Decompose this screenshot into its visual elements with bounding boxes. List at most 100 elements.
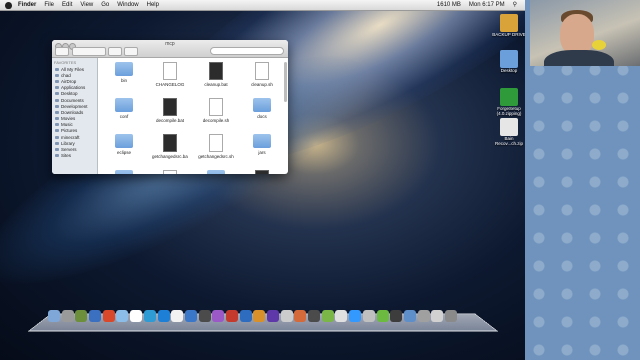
spotlight-icon[interactable]: ⚲ <box>513 0 517 10</box>
scrollbar[interactable] <box>284 62 287 102</box>
file-name: eclipse <box>116 150 131 155</box>
sidebar-heading: FAVORITES <box>54 60 77 65</box>
script-icon <box>209 62 223 80</box>
sidebar-item-icon <box>55 98 59 102</box>
dock-app-icon[interactable] <box>294 310 307 322</box>
finder-titlebar[interactable]: mcp <box>52 40 288 58</box>
sidebar-item-14[interactable]: Sites <box>52 153 97 159</box>
menu-edit[interactable]: Edit <box>62 0 72 10</box>
dock-app-icon[interactable] <box>253 310 266 322</box>
dock-app-icon[interactable] <box>431 310 444 322</box>
dock-app-icon[interactable] <box>198 310 211 322</box>
folder-icon <box>115 170 133 174</box>
dock-app-icon[interactable] <box>184 310 197 322</box>
file-item[interactable]: getchangedsrc.bat <box>152 134 188 159</box>
action-button[interactable] <box>124 47 138 56</box>
dock-app-icon[interactable] <box>61 310 74 322</box>
dock-app-icon[interactable] <box>362 310 375 322</box>
dock-app-icon[interactable] <box>130 310 143 322</box>
file-item[interactable]: eclipse <box>106 134 142 155</box>
dock-app-icon[interactable] <box>212 310 225 322</box>
desktop-icon-3[interactable]: Bain Recov...ch.zip <box>492 118 525 146</box>
sidebar-item-icon <box>55 79 59 83</box>
microphone-icon <box>592 40 606 50</box>
file-name: jars <box>258 150 266 155</box>
menu-file[interactable]: File <box>44 0 54 10</box>
dock-app-icon[interactable] <box>102 310 115 322</box>
dock-app-icon[interactable] <box>48 310 60 322</box>
dock-app-icon[interactable] <box>308 310 321 322</box>
arrange-button[interactable] <box>108 47 122 56</box>
dock-app-icon[interactable] <box>171 310 184 322</box>
dock-app-icon[interactable] <box>403 310 416 322</box>
file-item[interactable]: decompile.sh <box>198 98 234 123</box>
desktop[interactable]: Finder File Edit View Go Window Help 161… <box>0 0 525 360</box>
file-item[interactable] <box>244 170 280 174</box>
file-name: bin <box>120 78 127 83</box>
dock-app-icon[interactable] <box>225 310 238 322</box>
menu-app-name[interactable]: Finder <box>18 0 36 10</box>
sidebar-item-label: Development <box>61 103 88 109</box>
desktop-icon-label: ForgeSetup (4.0.zipping) <box>496 106 522 116</box>
person-shirt <box>544 50 614 66</box>
dock-app-icon[interactable] <box>116 310 129 322</box>
sidebar-item-icon <box>55 123 59 127</box>
search-field[interactable] <box>210 47 284 55</box>
file-item[interactable]: cleanup.sh <box>244 62 280 87</box>
sidebar-item-label: Library <box>61 140 75 146</box>
file-item[interactable] <box>152 170 188 174</box>
dock-app-icon[interactable] <box>376 310 389 322</box>
back-forward-buttons[interactable] <box>55 47 69 56</box>
menu-window[interactable]: Window <box>117 0 138 10</box>
dock-app-icon[interactable] <box>89 310 102 322</box>
file-item[interactable] <box>198 170 234 174</box>
dock-app-icon[interactable] <box>390 310 403 322</box>
menu-help[interactable]: Help <box>147 0 159 10</box>
sidebar-item-icon <box>55 86 59 90</box>
dock-app-icon[interactable] <box>75 310 88 322</box>
file-name: cleanup.sh <box>251 82 273 87</box>
sidebar-item-label: Pictures <box>61 128 78 134</box>
sidebar-item-label: Servers <box>61 147 77 153</box>
file-item[interactable]: decompile.bat <box>152 98 188 123</box>
file-item[interactable]: bin <box>106 62 142 83</box>
folder-icon <box>207 170 225 174</box>
clock[interactable]: Mon 6:17 PM <box>469 0 505 10</box>
view-mode-buttons[interactable] <box>72 47 106 56</box>
sidebar-item-icon <box>55 117 59 121</box>
dock-app-icon[interactable] <box>143 310 156 322</box>
file-item[interactable]: cleanup.bat <box>198 62 234 87</box>
dock-icons <box>48 310 478 326</box>
dock-app-icon[interactable] <box>321 310 334 322</box>
desktop-icon-0[interactable]: BACKUP DRIVE <box>492 14 525 37</box>
menu-go[interactable]: Go <box>101 0 109 10</box>
menu-view[interactable]: View <box>80 0 93 10</box>
file-item[interactable]: jars <box>244 134 280 155</box>
dock-app-icon[interactable] <box>417 310 430 322</box>
file-item[interactable]: CHANGELOG <box>152 62 188 87</box>
desktop-icon-2[interactable]: ForgeSetup (4.0.zipping) <box>492 88 525 116</box>
dock-app-icon[interactable] <box>444 310 457 322</box>
sidebar-item-icon <box>55 104 59 108</box>
file-name: getchangedsrc.sh <box>198 154 234 159</box>
finder-window: mcp FAVORITES All My Files chad AirDrop App… <box>52 40 288 174</box>
dock-app-icon[interactable] <box>280 310 293 322</box>
file-item[interactable]: conf <box>106 98 142 119</box>
file-name: decompile.bat <box>155 118 185 123</box>
archive-icon <box>500 88 518 106</box>
dock-app-icon[interactable] <box>157 310 170 322</box>
dock-app-icon[interactable] <box>239 310 252 322</box>
file-item[interactable] <box>106 170 142 174</box>
dock-app-icon[interactable] <box>335 310 348 322</box>
file-item[interactable]: getchangedsrc.sh <box>198 134 234 159</box>
sidebar-item-icon <box>55 73 59 77</box>
apple-icon[interactable] <box>5 1 12 9</box>
finder-sidebar: FAVORITES All My Files chad AirDrop Applica… <box>52 58 98 174</box>
dock-app-icon[interactable] <box>267 310 279 322</box>
folder-icon <box>500 50 518 68</box>
dock-app-icon[interactable] <box>349 310 362 322</box>
file-item[interactable]: docs <box>244 98 280 119</box>
folder-icon <box>115 98 133 112</box>
memory-status[interactable]: 1610 MB <box>437 0 461 10</box>
desktop-icon-1[interactable]: Desktop <box>492 50 525 73</box>
